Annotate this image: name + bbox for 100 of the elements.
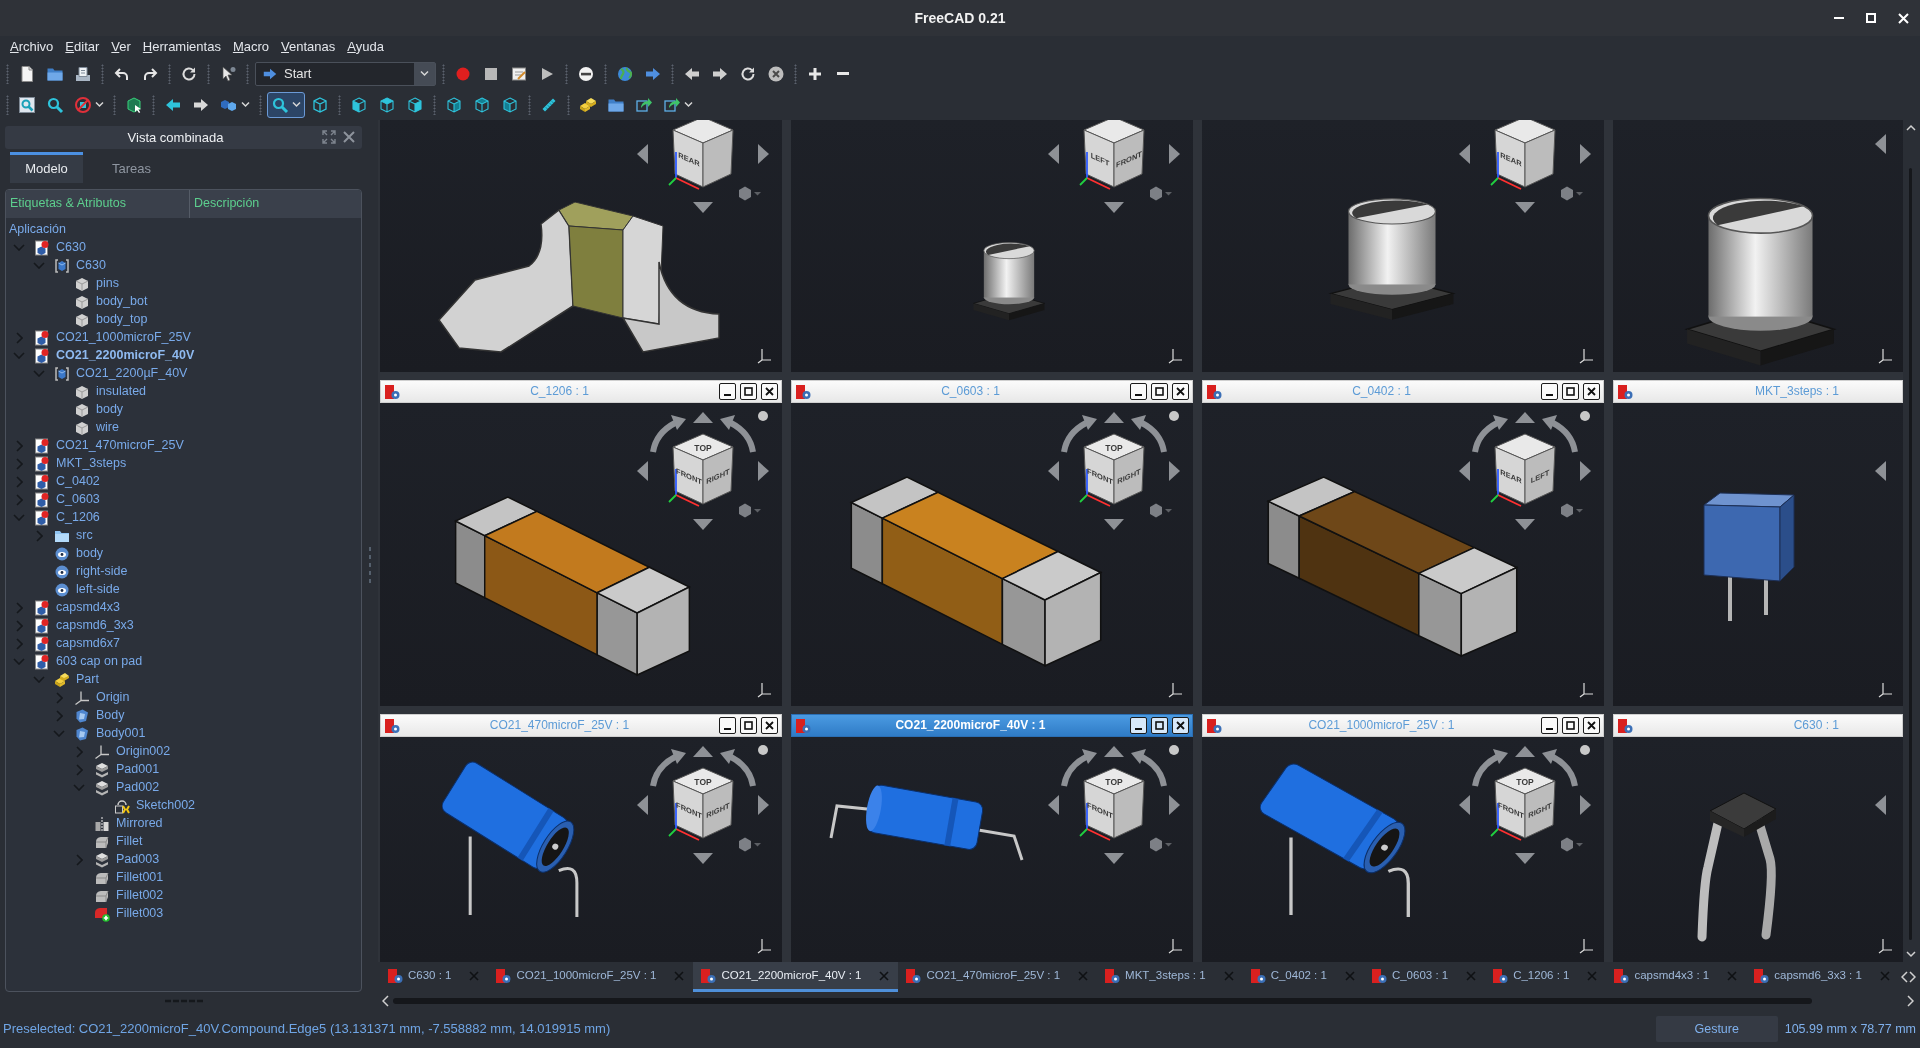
tree-item[interactable]: Sketch002 [114, 797, 196, 814]
curved-arrow-icon[interactable] [650, 415, 686, 453]
down-arrow-icon[interactable] [693, 853, 713, 864]
menu-item[interactable]: Macro [226, 38, 276, 56]
right-arrow-icon[interactable] [758, 795, 769, 815]
curved-arrow-icon[interactable] [1472, 749, 1508, 787]
tree-item[interactable]: capsmd6x7 [34, 635, 120, 652]
tree-item[interactable]: C_0603 [34, 491, 100, 508]
minimize-button[interactable] [1130, 717, 1147, 734]
tree-item[interactable]: CO21_470microF_25V [34, 437, 184, 454]
splitter-grip-icon[interactable] [368, 547, 372, 583]
maximize-button[interactable] [740, 383, 757, 400]
scroll-right-icon[interactable] [1907, 995, 1914, 1007]
left-arrow-icon[interactable] [637, 461, 648, 481]
up-arrow-icon[interactable] [1515, 412, 1535, 423]
curved-arrow-icon[interactable] [650, 749, 686, 787]
tree-item[interactable]: pins [74, 275, 119, 292]
tree-item[interactable]: right-side [54, 563, 128, 580]
circle-icon[interactable] [1580, 411, 1590, 421]
close-button[interactable] [1583, 383, 1600, 400]
tree-item[interactable]: CO21_2200µF_40V [54, 365, 188, 382]
left-arrow-icon[interactable] [1459, 795, 1470, 815]
minimize-button[interactable] [1541, 717, 1558, 734]
cube-menu-icon[interactable] [739, 503, 761, 518]
cube-menu-icon[interactable] [1561, 837, 1583, 852]
close-button[interactable] [1172, 383, 1189, 400]
document-tab[interactable]: C630 : 1 [380, 962, 489, 992]
cube-menu-icon[interactable] [1150, 186, 1172, 201]
menu-item[interactable]: Herramientas [136, 38, 227, 56]
circle-icon[interactable] [758, 411, 768, 421]
cube-menu-icon[interactable] [1561, 503, 1583, 518]
scroll-down-icon[interactable] [1905, 950, 1916, 958]
document-tab[interactable]: C_0603 : 1 [1363, 962, 1486, 992]
scroll-left-icon[interactable] [1901, 971, 1908, 983]
panel-tab[interactable]: Modelo [10, 151, 83, 183]
up-arrow-icon[interactable] [1104, 746, 1124, 757]
down-arrow-icon[interactable] [693, 202, 713, 213]
document-tab[interactable]: capsmd6_3x3 : 1 [1746, 962, 1899, 992]
left-arrow-icon[interactable] [1459, 144, 1470, 164]
tree-item[interactable]: C630 [54, 257, 106, 274]
maximize-button[interactable] [1562, 717, 1579, 734]
right-arrow-icon[interactable] [758, 144, 769, 164]
tree-item[interactable]: Body001 [74, 725, 146, 742]
curved-arrow-icon[interactable] [720, 415, 756, 453]
document-tab[interactable]: C_1206 : 1 [1485, 962, 1607, 992]
up-arrow-icon[interactable] [1515, 746, 1535, 757]
close-button[interactable] [761, 717, 778, 734]
circle-icon[interactable] [758, 745, 768, 755]
curved-arrow-icon[interactable] [1472, 415, 1508, 453]
left-arrow-icon[interactable] [1048, 144, 1059, 164]
document-tab[interactable]: CO21_1000microF_25V : 1 [488, 962, 694, 992]
maximize-button[interactable] [1562, 383, 1579, 400]
cube-menu-icon[interactable] [739, 837, 761, 852]
left-arrow-icon[interactable] [1875, 795, 1886, 815]
down-arrow-icon[interactable] [1104, 202, 1124, 213]
right-arrow-icon[interactable] [1580, 795, 1591, 815]
curved-arrow-icon[interactable] [1542, 415, 1578, 453]
up-arrow-icon[interactable] [693, 412, 713, 423]
tree-item[interactable]: wire [74, 419, 119, 436]
up-arrow-icon[interactable] [693, 746, 713, 757]
navigation-style-button[interactable]: Gesture [1655, 1016, 1778, 1042]
column-header[interactable]: Descripción [190, 189, 260, 218]
tree-item[interactable]: 603 cap on pad [34, 653, 143, 670]
menu-item[interactable]: Ayuda [341, 38, 390, 56]
close-button[interactable] [761, 383, 778, 400]
tree-item[interactable]: body [74, 401, 124, 418]
right-arrow-icon[interactable] [1580, 144, 1591, 164]
document-tab[interactable]: CO21_470microF_25V : 1 [898, 962, 1098, 992]
tree-item[interactable]: Pad002 [94, 779, 160, 796]
menu-item[interactable]: Editar [59, 38, 106, 56]
tree-item[interactable]: Fillet002 [94, 887, 164, 904]
tree-item[interactable]: Origin002 [94, 743, 171, 760]
left-arrow-icon[interactable] [637, 795, 648, 815]
right-arrow-icon[interactable] [1580, 461, 1591, 481]
right-arrow-icon[interactable] [758, 461, 769, 481]
scrollbar-thumb[interactable] [393, 998, 1813, 1004]
down-arrow-icon[interactable] [693, 519, 713, 530]
tree-item[interactable]: Part [54, 671, 99, 688]
tree-item[interactable]: Body [74, 707, 125, 724]
down-arrow-icon[interactable] [1104, 853, 1124, 864]
close-button[interactable] [1583, 717, 1600, 734]
document-tab[interactable]: capsmd4x3 : 1 [1606, 962, 1747, 992]
tree-item[interactable]: CO21_2200microF_40V [34, 347, 195, 364]
maximize-button[interactable] [1151, 717, 1168, 734]
tree-item[interactable]: body_bot [74, 293, 148, 310]
tree-item[interactable]: body [54, 545, 104, 562]
tree-item[interactable]: insulated [74, 383, 147, 400]
circle-icon[interactable] [1169, 411, 1179, 421]
left-arrow-icon[interactable] [1875, 134, 1886, 154]
right-arrow-icon[interactable] [1169, 795, 1180, 815]
right-arrow-icon[interactable] [1169, 461, 1180, 481]
panel-tab[interactable]: Tareas [95, 151, 168, 183]
tree-item[interactable]: capsmd6_3x3 [34, 617, 134, 634]
tree-item[interactable]: left-side [54, 581, 120, 598]
left-arrow-icon[interactable] [1048, 795, 1059, 815]
cube-menu-icon[interactable] [1561, 186, 1583, 201]
curved-arrow-icon[interactable] [1061, 749, 1097, 787]
scroll-right-icon[interactable] [1909, 971, 1916, 983]
tree-item[interactable]: capsmd4x3 [34, 599, 120, 616]
minimize-button[interactable] [1130, 383, 1147, 400]
